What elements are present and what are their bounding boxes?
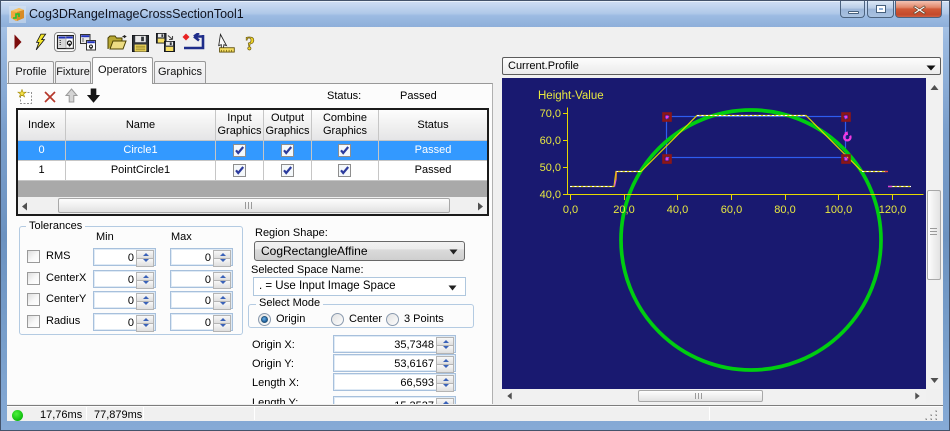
svg-text:100,0: 100,0: [825, 204, 853, 216]
svg-text:Height-Value: Height-Value: [538, 90, 604, 102]
svg-text:40,0: 40,0: [667, 204, 688, 216]
svg-text:60,0: 60,0: [721, 204, 742, 216]
svg-text:80,0: 80,0: [774, 204, 795, 216]
svg-text:120,0: 120,0: [879, 204, 907, 216]
svg-text:?: ?: [245, 33, 255, 54]
svg-text:20,0: 20,0: [613, 204, 634, 216]
svg-text:50,0: 50,0: [540, 162, 561, 174]
svg-text:70,0: 70,0: [540, 108, 561, 120]
svg-text:0,0: 0,0: [563, 204, 578, 216]
svg-text:40,0: 40,0: [540, 189, 561, 201]
svg-text:60,0: 60,0: [540, 135, 561, 147]
